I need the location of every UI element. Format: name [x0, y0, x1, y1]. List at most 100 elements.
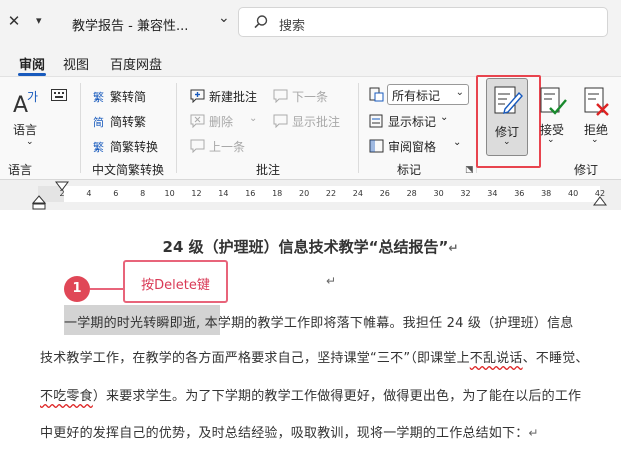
delete-comment-button[interactable]: 删除 — [209, 113, 233, 130]
line-3-text: ）来要求学生。为了下学期的教学工作做得更好，做得更出色，为了能在以后的工作 — [92, 389, 582, 404]
quick-access-chevron-icon[interactable]: ▾ — [36, 14, 42, 27]
show-comments-icon — [273, 114, 288, 128]
tab-view[interactable]: 视图 — [63, 54, 89, 73]
selected-text[interactable]: 一学期的时光转瞬即逝, — [64, 316, 200, 331]
trad-to-simp-icon: 繁 — [93, 91, 104, 104]
tab-baidu-netdisk[interactable]: 百度网盘 — [110, 54, 162, 73]
svg-text:A: A — [13, 93, 28, 117]
paragraph-mark: ↵ — [326, 274, 337, 288]
spelling-flag[interactable]: 不乱说话 — [470, 351, 523, 366]
body-line-4[interactable]: 中更好的发挥自己的优势，及时总结经验，吸取教训，现将一学期的工作总结如下：↵ — [40, 422, 539, 441]
close-icon[interactable]: ✕ — [6, 12, 22, 32]
search-icon — [254, 15, 268, 29]
ruler-tick-label: 12 — [191, 189, 202, 198]
convert-button[interactable]: 简繁转换 — [110, 138, 158, 155]
line-2-text: 技术教学工作，在教学的各方面严格要求自己，坚持课堂“三不”（即课堂上 — [40, 351, 470, 366]
ruler-tick-label: 28 — [406, 189, 417, 198]
ruler-tick-label: 8 — [140, 189, 146, 198]
trad-to-simp-button[interactable]: 繁转简 — [110, 88, 146, 105]
step-badge: 1 — [64, 276, 90, 302]
group-comments-label: 批注 — [256, 163, 281, 177]
ruler-tick-label: 36 — [514, 189, 525, 198]
heading-text: 24 级（护理班）信息技术教学“总结报告” — [162, 238, 449, 256]
reject-dropdown-icon[interactable]: ⌄ — [591, 135, 599, 145]
show-comments-button[interactable]: 显示批注 — [292, 113, 340, 130]
ruler-tick-label: 16 — [245, 189, 256, 198]
review-pane-dropdown-icon[interactable]: ⌄ — [453, 137, 461, 148]
simp-to-trad-icon: 简 — [93, 116, 104, 129]
callout-connector — [90, 288, 123, 290]
markup-select-value: 所有标记 — [392, 89, 441, 103]
convert-icon: 繁 — [93, 141, 104, 154]
show-markup-button[interactable]: 显示标记 — [388, 113, 436, 130]
chevron-down-icon: ⌄ — [455, 87, 464, 98]
markup-icon — [369, 87, 384, 102]
highlight-box — [476, 75, 541, 168]
new-comment-button[interactable]: 新建批注 — [209, 88, 257, 105]
accept-icon[interactable] — [538, 86, 568, 118]
body-line-3[interactable]: 不吃零食）来要求学生。为了下学期的教学工作做得更好，做得更出色，为了能在以后的工… — [40, 385, 581, 404]
ruler-tick-label: 42 — [594, 189, 606, 198]
left-indent-marker[interactable] — [31, 195, 47, 211]
ruler-tick-label: 32 — [460, 189, 471, 198]
keyboard-icon[interactable] — [51, 89, 67, 101]
ruler-tick-label: 40 — [568, 189, 579, 198]
ruler-tick-label: 2 — [59, 189, 65, 198]
document-title: 教学报告 - 兼容性... — [72, 19, 189, 34]
body-line-1[interactable]: 一学期的时光转瞬即逝, 本学期的教学工作即将落下帷幕。我担任 24 级（护理班）… — [64, 312, 573, 331]
reject-icon[interactable] — [582, 86, 612, 118]
svg-text:가: 가 — [27, 90, 38, 104]
ruler-tick-label: 6 — [113, 189, 119, 198]
paragraph-mark: ↵ — [528, 426, 539, 440]
delete-comment-icon — [190, 114, 205, 128]
show-markup-icon — [369, 114, 383, 128]
simp-to-trad-button[interactable]: 简转繁 — [110, 113, 146, 130]
ruler-tick-label: 30 — [433, 189, 444, 198]
ruler-tick-label: 22 — [325, 189, 337, 198]
ruler-tick-label: 26 — [379, 189, 390, 198]
callout-text: 按Delete键 — [141, 278, 210, 293]
group-chinese-label: 中文简繁转换 — [92, 163, 165, 177]
tab-review[interactable]: 审阅 — [19, 54, 45, 73]
line-2-tail: 、不睡觉、 — [522, 351, 589, 366]
next-comment-button[interactable]: 下一条 — [292, 88, 328, 105]
ruler-tick-label: 18 — [272, 189, 283, 198]
review-pane-icon — [369, 139, 384, 153]
group-changes-label: 修订 — [574, 163, 599, 177]
previous-comment-icon — [190, 139, 205, 153]
next-comment-icon — [273, 89, 288, 103]
ruler-tick-label: 14 — [218, 189, 229, 198]
show-markup-dropdown-icon[interactable]: ⌄ — [440, 112, 448, 123]
paragraph-mark: ↵ — [448, 241, 459, 255]
markup-select[interactable]: 所有标记 ⌄ — [387, 84, 469, 105]
horizontal-ruler: 2 4 6 8 10 12 14 16 18 20 22 24 26 28 30 32 34 36 38 40 42 — [0, 180, 621, 210]
title-dropdown-icon[interactable]: ⌄ — [218, 10, 230, 26]
document-title-heading: 24 级（护理班）信息技术教学“总结报告”↵ — [0, 236, 621, 257]
search-box[interactable]: 搜索 — [238, 7, 608, 37]
spelling-flag[interactable]: 不吃零食 — [40, 389, 93, 404]
body-line-2[interactable]: 技术教学工作，在教学的各方面严格要求自己，坚持课堂“三不”（即课堂上不乱说话、不… — [40, 347, 589, 366]
ruler-tick-label: 38 — [541, 189, 552, 198]
ruler-tick-label: 20 — [299, 189, 310, 198]
previous-comment-button[interactable]: 上一条 — [209, 138, 245, 155]
ruler-tick-label: 4 — [86, 189, 92, 198]
group-tracking-label: 标记 — [397, 163, 422, 177]
line-1-rest: 本学期的教学工作即将落下帷幕。我担任 24 级（护理班）信息 — [200, 316, 574, 331]
group-separator — [80, 83, 81, 173]
group-language-label: 语言 — [8, 163, 33, 177]
accept-dropdown-icon[interactable]: ⌄ — [547, 135, 555, 145]
delete-dropdown-icon[interactable]: ⌄ — [249, 113, 257, 124]
dialog-launcher-icon[interactable]: ⬔ — [465, 165, 474, 175]
group-separator — [176, 83, 177, 173]
language-button-label[interactable]: 语言 — [13, 121, 37, 138]
new-comment-icon — [190, 89, 205, 103]
language-icon[interactable]: A 가 — [12, 87, 42, 117]
ribbon-tabs: 审阅 视图 百度网盘 — [0, 48, 621, 76]
instruction-callout: 按Delete键 — [123, 260, 228, 303]
ruler-tick-label: 24 — [352, 189, 363, 198]
language-dropdown-icon[interactable]: ⌄ — [26, 137, 34, 147]
group-separator — [358, 83, 359, 173]
review-pane-button[interactable]: 审阅窗格 — [388, 138, 436, 155]
ruler-tick-label: 34 — [487, 189, 498, 198]
line-4-text: 中更好的发挥自己的优势，及时总结经验，吸取教训，现将一学期的工作总结如下： — [40, 426, 529, 441]
